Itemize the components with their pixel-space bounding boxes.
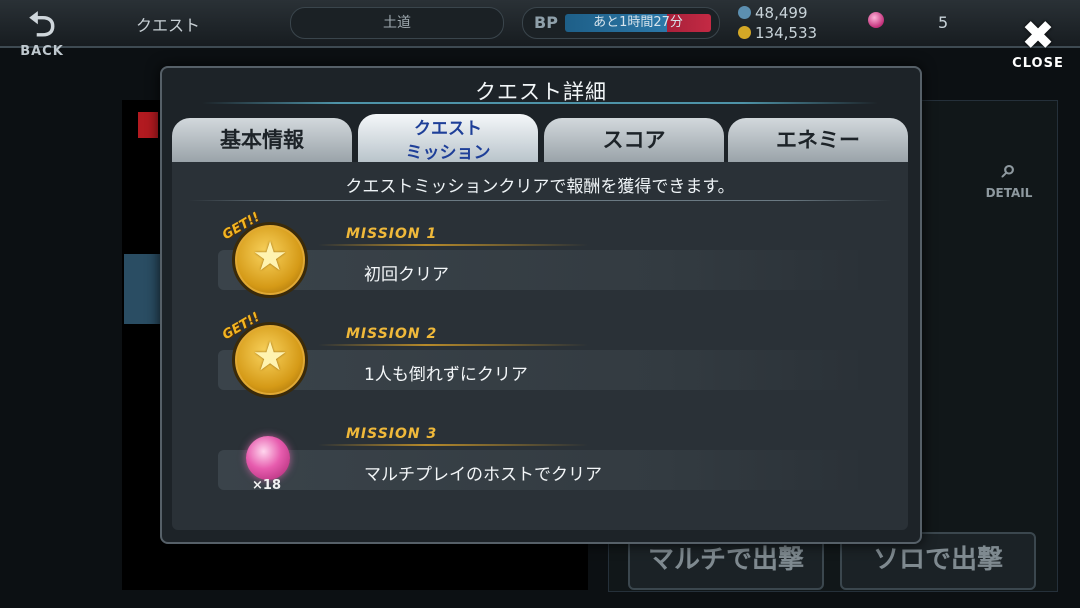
mission-text: 1人も倒れずにクリア [364, 365, 528, 385]
description-divider [188, 200, 892, 201]
coin-count: 48,499 [755, 4, 808, 22]
mission-item: MISSION 3 ×18 マルチプレイのホストでクリア [218, 416, 908, 506]
pink-gem-icon [246, 436, 290, 480]
top-bar: クエスト 土道 BP あと1時間27分 48,499 134,533 5 [0, 0, 1080, 48]
mission-heading: MISSION 1 [346, 226, 586, 244]
mission-row-bg [218, 250, 858, 290]
area-name: 土道 [290, 7, 504, 39]
star-icon: ★ [252, 234, 288, 280]
mission-heading-line [318, 244, 588, 246]
back-button[interactable]: ⮌ BACK [8, 6, 76, 68]
screen-title: クエスト [136, 16, 201, 35]
tab-quest-mission[interactable]: クエスト ミッション [358, 114, 538, 162]
bp-timer: あと1時間27分 [565, 14, 711, 32]
gold-star-medal-icon: GET!! ★ [220, 210, 308, 298]
mission-text: 初回クリア [364, 265, 449, 285]
mission-heading: MISSION 3 [346, 426, 586, 444]
tab-score[interactable]: スコア [544, 118, 724, 162]
close-label: CLOSE [1012, 56, 1064, 71]
tab-bar: 基本情報 クエスト ミッション スコア エネミー [172, 114, 908, 162]
mission-heading-line [318, 444, 588, 446]
mission-content: クエストミッションクリアで報酬を獲得できます。 MISSION 1 GET!! … [172, 162, 908, 530]
gold-count: 134,533 [755, 24, 818, 42]
mission-heading: MISSION 2 [346, 326, 586, 344]
mission-item: MISSION 1 GET!! ★ 初回クリア [218, 210, 908, 306]
tab-quest-mission-line2: ミッション [405, 143, 491, 163]
bp-gauge: BP あと1時間27分 [522, 7, 720, 39]
magnifier-icon: ⌕ [1001, 154, 1017, 184]
tab-basic-info[interactable]: 基本情報 [172, 118, 352, 162]
mission-heading-line [318, 344, 588, 346]
quest-list-marker [138, 112, 158, 138]
gold-icon [738, 26, 751, 39]
gold-count-row: 134,533 [738, 24, 817, 42]
close-icon: ✖ [1021, 13, 1055, 59]
gem-icon [868, 12, 884, 28]
tab-quest-mission-line1: クエスト [414, 119, 482, 139]
mission-item: MISSION 2 GET!! ★ 1人も倒れずにクリア [218, 310, 908, 406]
star-icon: ★ [252, 334, 288, 380]
back-label: BACK [20, 44, 64, 59]
quest-detail-modal: クエスト詳細 基本情報 クエスト ミッション スコア エネミー クエストミッショ… [160, 66, 922, 544]
coin-count-row: 48,499 [738, 4, 808, 22]
close-button[interactable]: ✖ CLOSE [1004, 16, 1072, 74]
back-arrow-icon: ⮌ [28, 5, 56, 45]
mission-description: クエストミッションクリアで報酬を獲得できます。 [345, 177, 735, 197]
title-divider [202, 102, 878, 104]
mission-row-bg [218, 350, 858, 390]
reward-quantity: ×18 [252, 478, 281, 493]
tab-enemy[interactable]: エネミー [728, 118, 908, 162]
coin-icon [738, 6, 751, 19]
detail-label: DETAIL [985, 186, 1033, 200]
mission-text: マルチプレイのホストでクリア [364, 465, 602, 485]
quest-detail-button[interactable]: ⌕ DETAIL [980, 152, 1038, 208]
gem-count: 5 [938, 13, 949, 32]
gold-star-medal-icon: GET!! ★ [220, 310, 308, 398]
bp-label: BP [534, 13, 558, 32]
